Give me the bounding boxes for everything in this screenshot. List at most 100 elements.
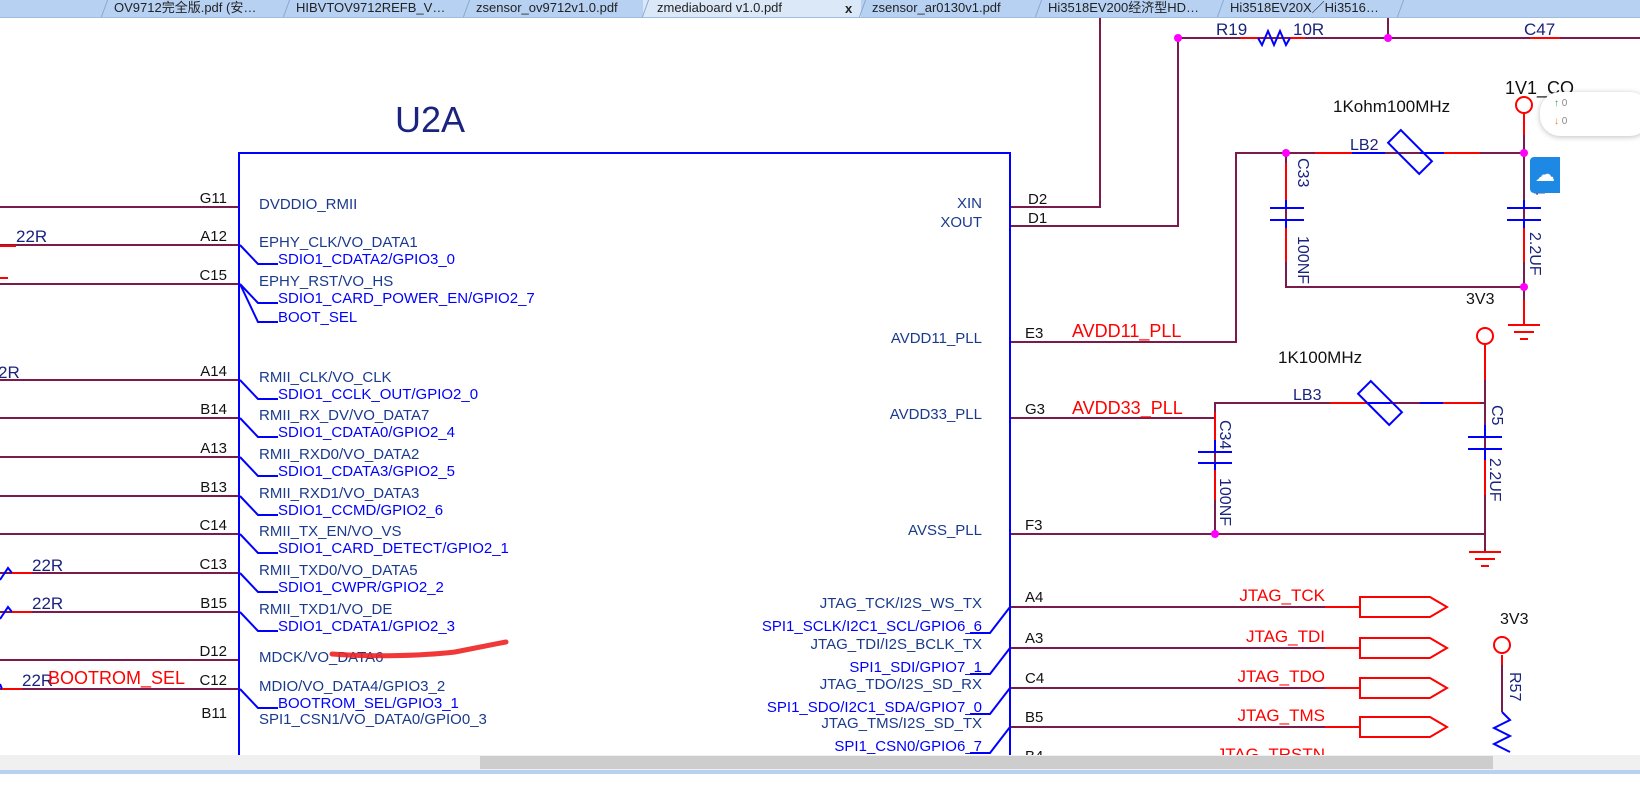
alt-function-name: SDIO1_CARD_POWER_EN/GPIO2_7: [278, 290, 535, 307]
close-tab-icon[interactable]: x: [845, 0, 852, 17]
tab-hi3518ev20x[interactable]: Hi3518EV20X／Hi3516…: [1216, 0, 1406, 17]
status-strip: [0, 770, 1640, 774]
output-port-jtag_tdo: [1359, 677, 1449, 699]
pin-number: C12: [199, 672, 227, 689]
alt-function-name: SPI1_SDI/GPIO7_1: [849, 659, 982, 676]
capacitor-symbols: [1198, 200, 1541, 470]
tab-zsensor-ar0130[interactable]: zsensor_ar0130v1.pdf: [858, 0, 1034, 17]
c-right-value: 2.2UF: [1526, 232, 1543, 276]
pin-name: JTAG_TDI/I2S_BCLK_TX: [811, 636, 982, 653]
left-pin-c15: C15 EPHY_RST/VO_HSSDIO1_CARD_POWER_EN/GPI…: [199, 267, 534, 326]
pin-number: A4: [1025, 589, 1043, 606]
upload-value: 0: [1561, 98, 1568, 109]
alt-function-name: SPI1_SDO/I2C1_SDA/GPIO7_0: [767, 699, 982, 716]
pin-name: SPI1_CSN1/VO_DATA0/GPIO0_3: [259, 711, 487, 728]
resistor-fragments: [0, 566, 13, 690]
output-port-jtag_tck: [1359, 596, 1449, 618]
part-title: U2A: [395, 99, 465, 140]
pin-name: RMII_RXD1/VO_DATA3: [259, 485, 419, 502]
pin-name-avdd33: AVDD33_PLL: [890, 406, 982, 423]
alt-function-name: SDIO1_CCLK_OUT/GPIO2_0: [278, 386, 478, 403]
scrollbar-thumb[interactable]: [480, 756, 1493, 769]
c34-value: 100NF: [1216, 478, 1233, 526]
pin-number: A13: [200, 440, 227, 457]
resistor-r57: [1491, 711, 1513, 753]
alt-function-name: SDIO1_CDATA1/GPIO2_3: [278, 618, 455, 635]
pin-number: B15: [200, 595, 227, 612]
tab-bar: OV9712完全版.pdf (安… HIBVTOV9712REFB_V… zse…: [0, 0, 1640, 18]
pin-name: DVDDIO_RMII: [259, 196, 357, 213]
jtag-pin-a4: JTAG_TCK/I2S_WS_TX A4 JTAG_TCK SPI1_SCLK/I2…: [762, 586, 1449, 635]
left-pin-c13: C13 RMII_TXD0/VO_DATA5SDIO1_CWPR/GPIO2_2: [199, 556, 443, 596]
c33-value: 100NF: [1294, 236, 1311, 284]
tab-hi3518ev200[interactable]: Hi3518EV200经济型HD…: [1034, 0, 1218, 17]
pin-name: JTAG_TDO/I2S_SD_RX: [820, 676, 982, 693]
pin-name: RMII_TXD0/VO_DATA5: [259, 562, 418, 579]
output-port-jtag_tms: [1359, 716, 1449, 738]
r57-label: R57: [1506, 672, 1523, 701]
wire-xin: [1010, 18, 1101, 208]
power-label-3v3-b: 3V3: [1500, 611, 1529, 628]
power-label-3v3-a: 3V3: [1466, 291, 1495, 308]
download-value: 0: [1561, 116, 1568, 127]
left-pin-a14: A14 RMII_CLK/VO_CLKSDIO1_CCLK_OUT/GPIO2_0: [200, 363, 478, 403]
pin-number: C15: [199, 267, 227, 284]
r19-label: R19: [1216, 20, 1247, 39]
left-r-label: 2R: [0, 363, 20, 382]
network-speed-widget[interactable]: ↑ 0 ↓ 0: [1540, 92, 1640, 136]
pin-name: RMII_RX_DV/VO_DATA7: [259, 407, 429, 424]
upload-arrow-icon: ↑ 0: [1554, 98, 1567, 109]
pin-number: A3: [1025, 630, 1043, 647]
left-pin-g11: G11 DVDDIO_RMII: [200, 190, 358, 213]
power-port-3v3-r57: [1493, 636, 1511, 654]
pin-name-xin: XIN: [957, 195, 982, 212]
net-label: JTAG_TDO: [1237, 667, 1325, 686]
pin-number: B4: [1025, 748, 1043, 755]
alt-function-name: BOOTROM_SEL/GPIO3_1: [278, 695, 459, 712]
alt-function-name: SDIO1_CDATA3/GPIO2_5: [278, 463, 455, 480]
net-label-bootrom-sel: BOOTROM_SEL: [48, 668, 185, 689]
pin-name-avss: AVSS_PLL: [908, 522, 982, 539]
net-label-avdd33: AVDD33_PLL: [1072, 398, 1183, 419]
lb3-value: 1K100MHz: [1278, 348, 1362, 367]
pin-number: C14: [199, 517, 227, 534]
c33-label: C33: [1294, 158, 1311, 187]
pin-name: RMII_TXD1/VO_DE: [259, 601, 392, 618]
pin-number-f3: F3: [1025, 517, 1043, 534]
download-glyph: ↓: [1554, 116, 1559, 127]
net-label-avdd11: AVDD11_PLL: [1072, 321, 1181, 342]
left-pin-c14: C14 RMII_TX_EN/VO_VSSDIO1_CARD_DETECT/GPI…: [199, 517, 508, 557]
download-arrow-icon: ↓ 0: [1554, 116, 1567, 127]
tab-zsensor-ov9712[interactable]: zsensor_ov9712v1.0.pdf: [462, 0, 642, 17]
pin-number-e3: E3: [1025, 325, 1043, 342]
c5-value: 2.2UF: [1486, 458, 1503, 502]
alt-function-name: SPI1_SCLK/I2C1_SCL/GPIO6_6: [762, 618, 982, 635]
pin-number: A12: [200, 228, 227, 245]
pin-name-avdd11: AVDD11_PLL: [891, 330, 982, 347]
lb3-label: LB3: [1293, 387, 1322, 404]
tab-hibvtov9712[interactable]: HIBVTOV9712REFB_V…: [282, 0, 462, 17]
net-label: JTAG_TMS: [1237, 706, 1325, 725]
pin-number: B11: [201, 705, 227, 722]
pin-name: JTAG_TMS/I2S_SD_TX: [821, 715, 982, 732]
pin-number: B13: [200, 479, 227, 496]
alt-function-name: SDIO1_CDATA0/GPIO2_4: [278, 424, 455, 441]
left-r-label: 22R: [32, 556, 63, 575]
pin-name: MDIO/VO_DATA4/GPIO3_2: [259, 678, 445, 695]
power-port-1v1: [1515, 96, 1533, 114]
pin-number: C4: [1025, 670, 1044, 687]
alt-function-name: SDIO1_CCMD/GPIO2_6: [278, 502, 443, 519]
alt-function-name: SPI1_CSN0/GPIO6_7: [834, 738, 982, 755]
left-r-label: 22R: [16, 227, 47, 246]
wire-c33: [1285, 153, 1524, 288]
horizontal-scrollbar[interactable]: [0, 755, 1640, 770]
wire-avdd11: [1010, 152, 1524, 343]
tab-ov9712-full[interactable]: OV9712完全版.pdf (安…: [100, 0, 280, 17]
alt-function-name: SDIO1_CARD_DETECT/GPIO2_1: [278, 540, 509, 557]
cloud-icon[interactable]: ☁: [1530, 157, 1560, 193]
r19-value: 10R: [1293, 20, 1324, 39]
c5-label: C5: [1488, 405, 1505, 426]
alt-function-name: SDIO1_CDATA2/GPIO3_0: [278, 251, 455, 268]
pin-name: EPHY_CLK/VO_DATA1: [259, 234, 418, 251]
tab-zmediaboard[interactable]: zmediaboard v1.0.pdf: [643, 0, 861, 17]
